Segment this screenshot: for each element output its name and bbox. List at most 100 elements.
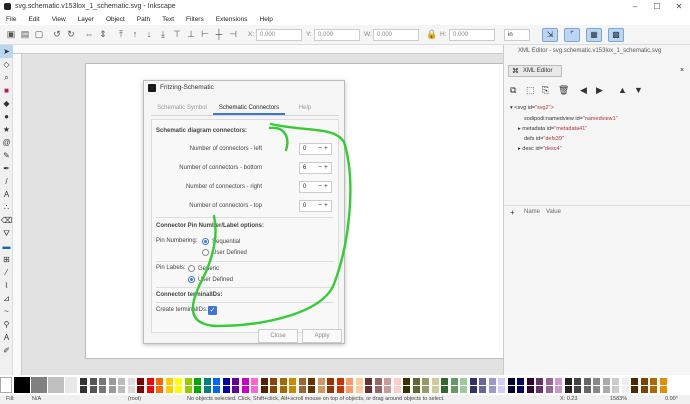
spray-tool-icon[interactable]: ∴ xyxy=(0,201,13,214)
color-swatch[interactable] xyxy=(355,378,363,385)
color-swatch[interactable] xyxy=(108,386,116,393)
color-swatch[interactable] xyxy=(564,378,572,385)
color-swatch[interactable] xyxy=(213,386,220,393)
color-swatch[interactable] xyxy=(488,378,496,385)
color-swatch[interactable] xyxy=(184,386,192,393)
maximize-icon[interactable]: ☐ xyxy=(646,0,668,13)
ellipse-tool-icon[interactable]: ● xyxy=(0,110,13,123)
color-swatch[interactable] xyxy=(612,378,619,385)
color-swatch[interactable] xyxy=(194,378,201,385)
color-swatch[interactable] xyxy=(384,378,391,385)
color-swatch[interactable] xyxy=(564,386,572,393)
color-swatch[interactable] xyxy=(146,386,154,393)
color-swatch[interactable] xyxy=(194,386,201,393)
menu-filters[interactable]: Filters xyxy=(180,16,210,23)
color-swatch[interactable] xyxy=(574,378,581,385)
color-swatch[interactable] xyxy=(89,386,97,393)
color-swatch[interactable] xyxy=(631,378,638,385)
color-swatch[interactable] xyxy=(80,378,87,385)
color-swatch[interactable] xyxy=(175,386,182,393)
menu-file[interactable]: File xyxy=(0,16,22,23)
color-swatch[interactable] xyxy=(479,386,486,393)
color-swatch[interactable] xyxy=(621,378,629,385)
h-input[interactable]: 0.000 xyxy=(449,29,495,41)
connector-tool-icon[interactable]: ⌇ xyxy=(0,279,13,292)
layer-selector[interactable]: (root) xyxy=(128,396,141,402)
xml-node-defs[interactable]: defs id="defs39" xyxy=(524,136,564,142)
color-swatch[interactable] xyxy=(241,378,249,385)
color-swatch[interactable] xyxy=(346,386,353,393)
calligraphy-tool-icon[interactable]: / xyxy=(0,175,13,188)
unindent-node-icon[interactable]: ◀ xyxy=(580,85,587,96)
color-swatch[interactable] xyxy=(355,386,363,393)
color-swatch[interactable] xyxy=(251,378,258,385)
color-swatch[interactable] xyxy=(545,378,553,385)
color-swatch[interactable] xyxy=(507,386,515,393)
color-swatch[interactable] xyxy=(469,378,477,385)
color-swatch[interactable] xyxy=(602,386,610,393)
connectors-bottom-spinner[interactable]: 6 −+ xyxy=(299,162,332,174)
spinner-plusminus-icon[interactable]: −+ xyxy=(318,163,330,173)
minimize-icon[interactable]: – xyxy=(624,0,646,13)
color-swatch[interactable] xyxy=(374,378,382,385)
no-paint-swatch[interactable] xyxy=(0,377,12,393)
color-swatch[interactable] xyxy=(156,378,163,385)
color-swatch[interactable] xyxy=(365,378,372,385)
bucket-tool-icon[interactable]: ⛛ xyxy=(0,227,13,240)
color-swatch[interactable] xyxy=(241,386,249,393)
menu-path[interactable]: Path xyxy=(131,16,156,23)
star-tool-icon[interactable]: ★ xyxy=(0,123,13,136)
color-swatch[interactable] xyxy=(260,386,268,393)
color-swatch[interactable] xyxy=(327,386,334,393)
color-swatch[interactable] xyxy=(526,378,534,385)
pen-tool-icon[interactable]: ✒ xyxy=(0,162,13,175)
swatch-black[interactable] xyxy=(14,377,30,393)
color-swatch[interactable] xyxy=(412,386,420,393)
y-input[interactable]: 0.000 xyxy=(314,29,360,41)
color-swatch[interactable] xyxy=(640,378,648,385)
color-swatch[interactable] xyxy=(393,386,401,393)
align-right-icon[interactable]: ⊣ xyxy=(228,29,238,39)
color-swatch[interactable] xyxy=(422,378,429,385)
color-swatch[interactable] xyxy=(536,386,543,393)
radio-sequential[interactable]: Sequential xyxy=(202,238,240,245)
lpe-tool-icon[interactable]: ⚲ xyxy=(0,318,13,331)
xml-node-namedview[interactable]: sodipodi:namedview id="namedview1" xyxy=(524,116,618,122)
color-swatch[interactable] xyxy=(479,378,486,385)
close-icon[interactable]: ✕ xyxy=(668,0,690,13)
rotation-value[interactable]: 0.00° xyxy=(665,396,678,402)
color-swatch[interactable] xyxy=(137,386,144,393)
color-swatch[interactable] xyxy=(184,378,192,385)
color-swatch[interactable] xyxy=(431,378,439,385)
radio-labels-user-defined[interactable]: User Defined xyxy=(188,276,233,283)
color-swatch[interactable] xyxy=(270,378,277,385)
delete-node-icon[interactable]: 🗑 xyxy=(558,85,569,96)
color-swatch[interactable] xyxy=(118,386,125,393)
lock-icon[interactable]: 🔒 xyxy=(426,29,437,39)
color-swatch[interactable] xyxy=(222,378,230,385)
align-left-icon[interactable]: ⊢ xyxy=(200,29,210,39)
color-swatch[interactable] xyxy=(621,386,629,393)
expand-arrow-icon[interactable]: ▸ xyxy=(518,146,521,152)
color-swatch[interactable] xyxy=(232,386,239,393)
color-swatch[interactable] xyxy=(336,378,344,385)
color-swatch[interactable] xyxy=(640,386,648,393)
select-all-icon[interactable]: ▣ xyxy=(6,29,16,39)
color-swatch[interactable] xyxy=(469,386,477,393)
swatch-white[interactable] xyxy=(65,377,77,393)
pencil-tool-icon[interactable]: ✎ xyxy=(0,149,13,162)
dropper-tool-icon[interactable]: ⁄ xyxy=(0,266,13,279)
color-swatch[interactable] xyxy=(365,386,372,393)
color-swatch[interactable] xyxy=(222,386,230,393)
color-swatch[interactable] xyxy=(270,386,277,393)
spinner-plusminus-icon[interactable]: −+ xyxy=(318,144,330,154)
spinner-plusminus-icon[interactable]: −+ xyxy=(318,182,330,192)
zoom-tool-icon[interactable]: ⌕ xyxy=(0,71,13,84)
color-swatch[interactable] xyxy=(127,378,135,385)
color-swatch[interactable] xyxy=(317,386,325,393)
color-swatch[interactable] xyxy=(327,378,334,385)
color-swatch[interactable] xyxy=(203,386,211,393)
color-swatch[interactable] xyxy=(583,386,591,393)
scale-stroke-button[interactable]: ⇲ xyxy=(542,28,558,42)
new-element-node-icon[interactable]: ⧉ xyxy=(510,85,516,96)
